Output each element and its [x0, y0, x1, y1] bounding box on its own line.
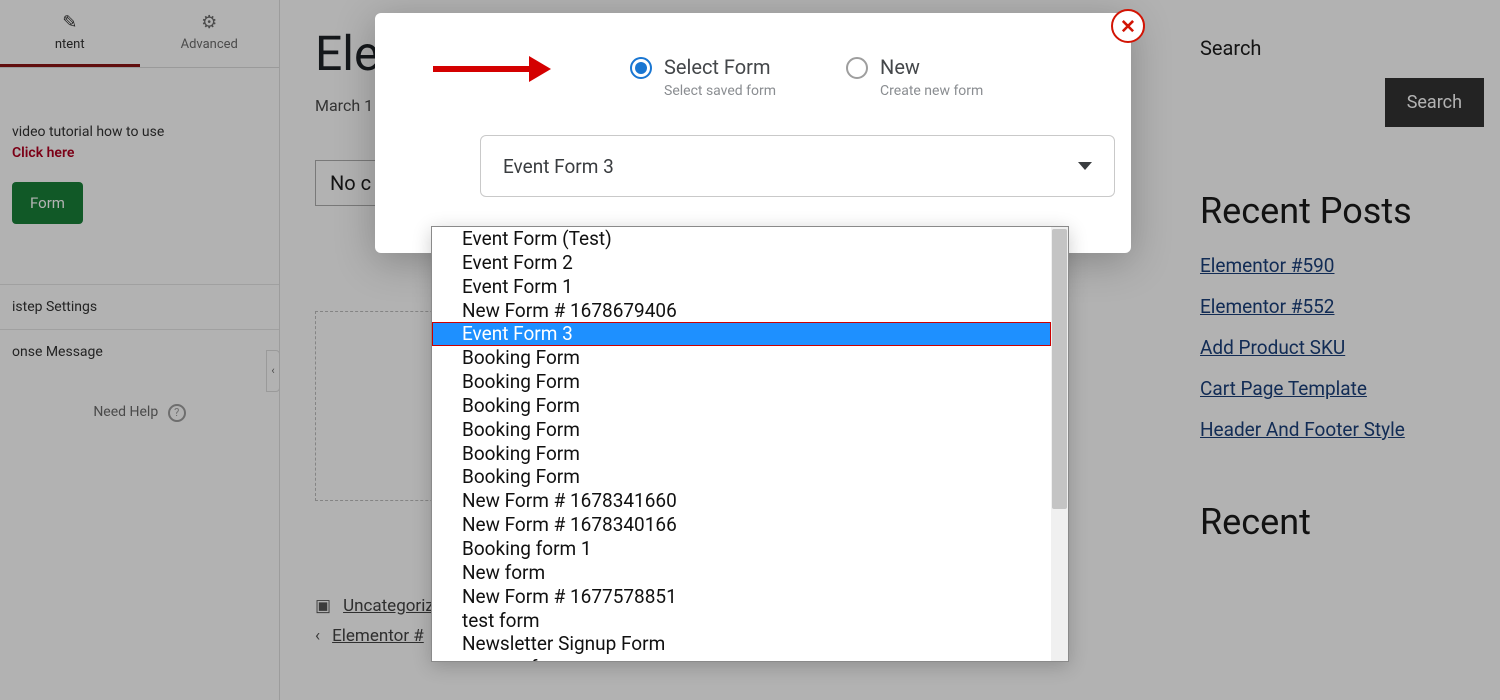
radio-new-title: New — [880, 55, 983, 79]
radio-select-title: Select Form — [664, 55, 776, 79]
callout-arrow — [433, 56, 551, 82]
form-option[interactable]: New Form # 1678340166 — [432, 513, 1051, 537]
form-option[interactable]: Event Form (Test) — [432, 227, 1051, 251]
radio-new-form[interactable]: New Create new form — [846, 55, 983, 99]
form-option[interactable]: New Form # 1678679406 — [432, 299, 1051, 323]
radio-select-form[interactable]: Select Form Select saved form — [630, 55, 776, 99]
form-option[interactable]: Booking Form — [432, 465, 1051, 489]
options-scroll-area[interactable]: Event Form (Test)Event Form 2Event Form … — [432, 227, 1051, 661]
radio-icon — [846, 57, 868, 79]
form-option[interactable]: Booking Form — [432, 370, 1051, 394]
form-select-dropdown[interactable]: Event Form 3 — [480, 135, 1115, 197]
mode-radios: Select Form Select saved form New Create… — [630, 55, 1081, 99]
radio-new-sub: Create new form — [880, 83, 983, 99]
radio-select-sub: Select saved form — [664, 83, 776, 99]
form-option[interactable]: Booking Form — [432, 442, 1051, 466]
close-button[interactable]: ✕ — [1111, 9, 1145, 43]
form-option[interactable]: New form — [432, 561, 1051, 585]
scrollbar-thumb[interactable] — [1052, 229, 1067, 509]
form-option[interactable]: contact form — [432, 656, 1051, 661]
form-option[interactable]: Booking Form — [432, 394, 1051, 418]
form-option[interactable]: Newsletter Signup Form — [432, 632, 1051, 656]
form-option[interactable]: test form — [432, 609, 1051, 633]
form-select-modal: ✕ Select Form Select saved form New Crea… — [375, 13, 1131, 253]
form-option[interactable]: Event Form 1 — [432, 275, 1051, 299]
form-option[interactable]: Booking form 1 — [432, 537, 1051, 561]
caret-down-icon — [1078, 162, 1092, 170]
close-icon: ✕ — [1120, 15, 1136, 38]
form-option[interactable]: New Form # 1677578851 — [432, 585, 1051, 609]
scrollbar-track[interactable] — [1051, 227, 1068, 661]
select-current-value: Event Form 3 — [503, 155, 614, 178]
form-option[interactable]: New Form # 1678341660 — [432, 489, 1051, 513]
radio-icon — [630, 57, 652, 79]
form-options-listbox: Event Form (Test)Event Form 2Event Form … — [431, 226, 1069, 662]
form-option[interactable]: Booking Form — [432, 346, 1051, 370]
form-option[interactable]: Event Form 2 — [432, 251, 1051, 275]
form-option[interactable]: Event Form 3 — [432, 322, 1051, 346]
form-option[interactable]: Booking Form — [432, 418, 1051, 442]
